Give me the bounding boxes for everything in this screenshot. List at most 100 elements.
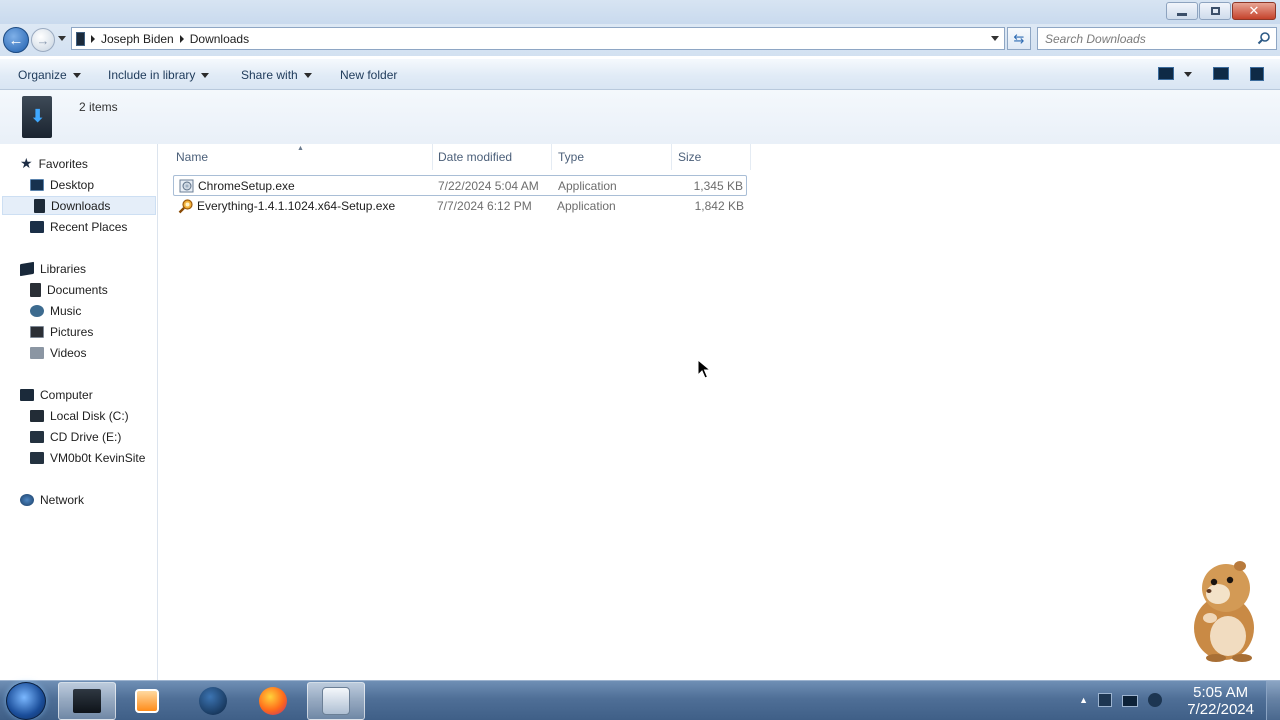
sidebar-group-label: Network [40,492,85,507]
taskbar-media-player-button[interactable] [118,682,176,720]
taskbar-globe-button[interactable] [184,682,242,720]
sidebar-item-desktop[interactable]: Desktop [30,175,94,194]
breadcrumb-chevron-icon[interactable] [179,34,184,43]
column-header-label: Size [678,150,702,164]
navigation-pane: ★ Favorites Desktop Downloads Recent Pla… [0,144,158,680]
item-count: 2 items [79,100,118,114]
file-size: 1,345 KB [693,179,743,193]
share-with-label: Share with [241,68,298,82]
change-view-icon[interactable] [1158,67,1174,80]
view-options-chevron-icon[interactable] [1184,72,1192,77]
search-input[interactable] [1038,28,1248,49]
restore-icon [1210,7,1220,15]
file-type: Application [558,179,617,193]
column-header-date-modified[interactable]: Date modified [432,144,552,170]
organize-label: Organize [18,68,67,82]
forward-button[interactable]: → [31,28,55,52]
recent-places-icon [30,220,44,233]
explorer-icon [73,689,101,713]
close-button[interactable]: ✕ [1232,2,1276,20]
file-date: 7/7/2024 6:12 PM [437,199,532,213]
sidebar-item-network-drive[interactable]: VM0b0t KevinSite [30,448,145,467]
sidebar-item-documents[interactable]: Documents [30,280,108,299]
network-tray-icon[interactable] [1098,693,1112,707]
clock-date: 7/22/2024 [1187,701,1254,718]
globe-icon [199,687,227,715]
details-header: ⬇ 2 items [0,90,1280,144]
column-header-size[interactable]: Size [672,144,751,170]
sidebar-item-downloads[interactable]: Downloads [2,196,156,215]
star-icon: ★ [20,155,33,171]
sidebar-item-label: Desktop [50,177,95,192]
address-bar[interactable]: Joseph Biden Downloads [71,27,1005,50]
back-arrow-icon: ← [8,31,24,49]
sidebar-item-label: Videos [50,345,87,360]
library-folder-icon [76,31,85,46]
sidebar-item-videos[interactable]: Videos [30,343,86,362]
minimize-icon [1177,12,1187,16]
taskbar-firefox-button[interactable] [244,682,302,720]
sidebar-group-network[interactable]: Network [20,490,84,509]
start-button-windows-icon[interactable] [6,682,46,720]
address-history-dropdown[interactable] [991,36,999,41]
chevron-down-icon [303,72,312,78]
organize-button[interactable]: Organize [18,68,81,82]
breadcrumb-item-downloads[interactable]: Downloads [190,32,249,46]
file-row[interactable]: ChromeSetup.exe 7/22/2024 5:04 AM Applic… [173,175,747,196]
taskbar-installer-button[interactable] [307,682,365,720]
sidebar-item-label: CD Drive (E:) [50,429,122,444]
show-hidden-icons-icon[interactable]: ▲ [1079,695,1088,705]
column-header-name[interactable]: Name [170,144,433,170]
maximize-button[interactable] [1199,2,1231,20]
volume-icon[interactable] [1148,693,1162,707]
file-row[interactable]: Everything-1.4.1.1024.x64-Setup.exe 7/7/… [173,196,747,217]
include-in-library-button[interactable]: Include in library [108,68,210,82]
sidebar-group-computer[interactable]: Computer [20,385,93,404]
preview-pane-icon[interactable] [1213,67,1229,80]
command-bar: Organize Include in library Share with N… [0,59,1280,90]
sidebar-item-cd-drive[interactable]: CD Drive (E:) [30,427,121,446]
magnifier-app-icon [178,199,193,214]
title-bar: ✕ [0,0,1280,24]
sidebar-item-label: Downloads [51,198,111,213]
search-icon[interactable] [1257,31,1271,45]
file-name[interactable]: Everything-1.4.1.1024.x64-Setup.exe [197,199,395,213]
installer-icon [322,687,350,715]
share-with-button[interactable]: Share with [241,68,312,82]
back-button[interactable]: ← [3,27,29,53]
music-icon [30,304,44,317]
help-icon[interactable] [1250,67,1264,81]
cd-drive-icon [30,430,44,443]
file-type: Application [557,199,616,213]
sidebar-item-music[interactable]: Music [30,301,81,320]
libraries-icon [20,261,34,276]
action-center-icon[interactable] [1122,695,1138,707]
firefox-icon [259,687,287,715]
breadcrumb-item-user[interactable]: Joseph Biden [101,32,174,46]
sidebar-group-label: Favorites [38,156,88,171]
pictures-icon [30,325,44,338]
search-box[interactable] [1037,27,1277,50]
new-folder-button[interactable]: New folder [340,68,397,82]
minimize-button[interactable] [1166,2,1198,20]
sidebar-item-recent-places[interactable]: Recent Places [30,217,127,236]
hamster-desktop-pet-icon [1194,561,1254,662]
file-name[interactable]: ChromeSetup.exe [198,179,295,193]
clock[interactable]: 5:05 AM 7/22/2024 [1187,684,1254,718]
sidebar-item-pictures[interactable]: Pictures [30,322,93,341]
installer-icon [179,179,194,193]
media-player-icon [135,689,159,713]
breadcrumb-chevron-icon[interactable] [91,34,95,43]
downloads-icon [34,198,45,213]
sidebar-item-local-disk[interactable]: Local Disk (C:) [30,406,129,425]
column-header-type[interactable]: Type [552,144,672,170]
show-desktop-button[interactable] [1266,681,1280,720]
new-folder-label: New folder [340,68,398,82]
recent-pages-dropdown[interactable] [58,36,66,41]
sidebar-group-libraries[interactable]: Libraries [20,259,86,278]
sidebar-group-favorites[interactable]: ★ Favorites [20,154,88,173]
downloads-folder-icon: ⬇ [22,96,52,138]
refresh-button[interactable]: ⇆ [1007,27,1031,50]
taskbar-explorer-button[interactable] [58,682,116,720]
desktop-icon [30,178,44,191]
